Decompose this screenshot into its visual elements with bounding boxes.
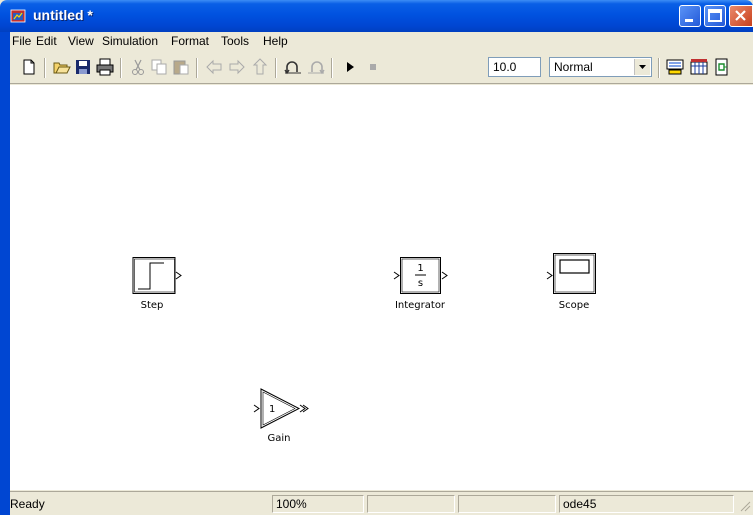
- minimize-icon: [685, 19, 693, 22]
- scope-block[interactable]: [545, 253, 601, 297]
- menu-simulation[interactable]: Simulation: [102, 34, 158, 48]
- toolbar-separator: [44, 58, 46, 78]
- new-model-icon[interactable]: [20, 58, 38, 76]
- dropdown-button[interactable]: [634, 59, 650, 75]
- toolbar-separator: [120, 58, 122, 78]
- menu-help[interactable]: Help: [263, 34, 288, 48]
- cut-icon[interactable]: [129, 58, 147, 76]
- maximize-button[interactable]: [704, 5, 726, 27]
- toolbar-separator: [331, 58, 333, 78]
- save-icon[interactable]: [74, 58, 92, 76]
- close-button[interactable]: [729, 5, 753, 27]
- menu-tools[interactable]: Tools: [221, 34, 249, 48]
- integrator-denominator: s: [418, 278, 423, 289]
- open-folder-icon[interactable]: [53, 58, 71, 76]
- menu-edit[interactable]: Edit: [36, 34, 57, 48]
- model-explorer-icon[interactable]: [713, 58, 731, 76]
- integrator-block[interactable]: 1 s: [392, 257, 452, 297]
- menu-format[interactable]: Format: [171, 34, 209, 48]
- menu-bar: File Edit View Simulation Format Tools H…: [10, 32, 753, 52]
- forward-arrow-icon[interactable]: [228, 58, 246, 76]
- resize-grip-icon[interactable]: [739, 500, 751, 512]
- print-icon[interactable]: [96, 58, 114, 76]
- back-arrow-icon[interactable]: [205, 58, 223, 76]
- integrator-numerator: 1: [417, 263, 423, 274]
- scope-block-label: Scope: [558, 300, 590, 311]
- model-canvas[interactable]: Step 1 s Integrator Scope 1 Gain: [10, 85, 753, 490]
- step-block[interactable]: [132, 257, 184, 297]
- zoom-level: 100%: [272, 495, 364, 513]
- menu-file[interactable]: File: [12, 34, 31, 48]
- maximize-icon: [708, 9, 722, 22]
- simulation-mode-select[interactable]: Normal: [549, 57, 652, 77]
- copy-icon[interactable]: [150, 58, 168, 76]
- build-model-icon[interactable]: [666, 58, 684, 76]
- paste-icon[interactable]: [172, 58, 190, 76]
- stop-time-input[interactable]: 10.0: [488, 57, 541, 77]
- chevron-down-icon: [639, 65, 646, 69]
- undo-icon[interactable]: [284, 58, 302, 76]
- gain-value: 1: [269, 404, 275, 415]
- toolbar-separator: [275, 58, 277, 78]
- minimize-button[interactable]: [679, 5, 701, 27]
- close-icon: [735, 10, 746, 21]
- status-bar: Ready 100% ode45: [10, 491, 753, 515]
- library-browser-icon[interactable]: [690, 58, 708, 76]
- up-arrow-icon[interactable]: [251, 58, 269, 76]
- start-simulation-icon[interactable]: [341, 58, 359, 76]
- stop-simulation-icon[interactable]: [364, 58, 382, 76]
- integrator-block-label: Integrator: [394, 300, 446, 311]
- redo-icon[interactable]: [307, 58, 325, 76]
- gain-block[interactable]: 1: [252, 388, 312, 432]
- gain-block-label: Gain: [267, 433, 291, 444]
- status-panel-empty: [458, 495, 556, 513]
- title-bar[interactable]: untitled *: [0, 0, 753, 32]
- solver-name: ode45: [559, 495, 734, 513]
- toolbar: 10.0 Normal: [10, 52, 753, 84]
- status-panel-empty: [367, 495, 455, 513]
- simulink-app-icon[interactable]: [10, 8, 26, 24]
- step-block-label: Step: [140, 300, 164, 311]
- toolbar-separator: [658, 58, 660, 78]
- window-title: untitled *: [33, 7, 93, 23]
- menu-view[interactable]: View: [68, 34, 94, 48]
- toolbar-separator: [196, 58, 198, 78]
- simulation-mode-value: Normal: [554, 60, 593, 74]
- status-text: Ready: [10, 497, 45, 511]
- window-frame: [0, 32, 10, 515]
